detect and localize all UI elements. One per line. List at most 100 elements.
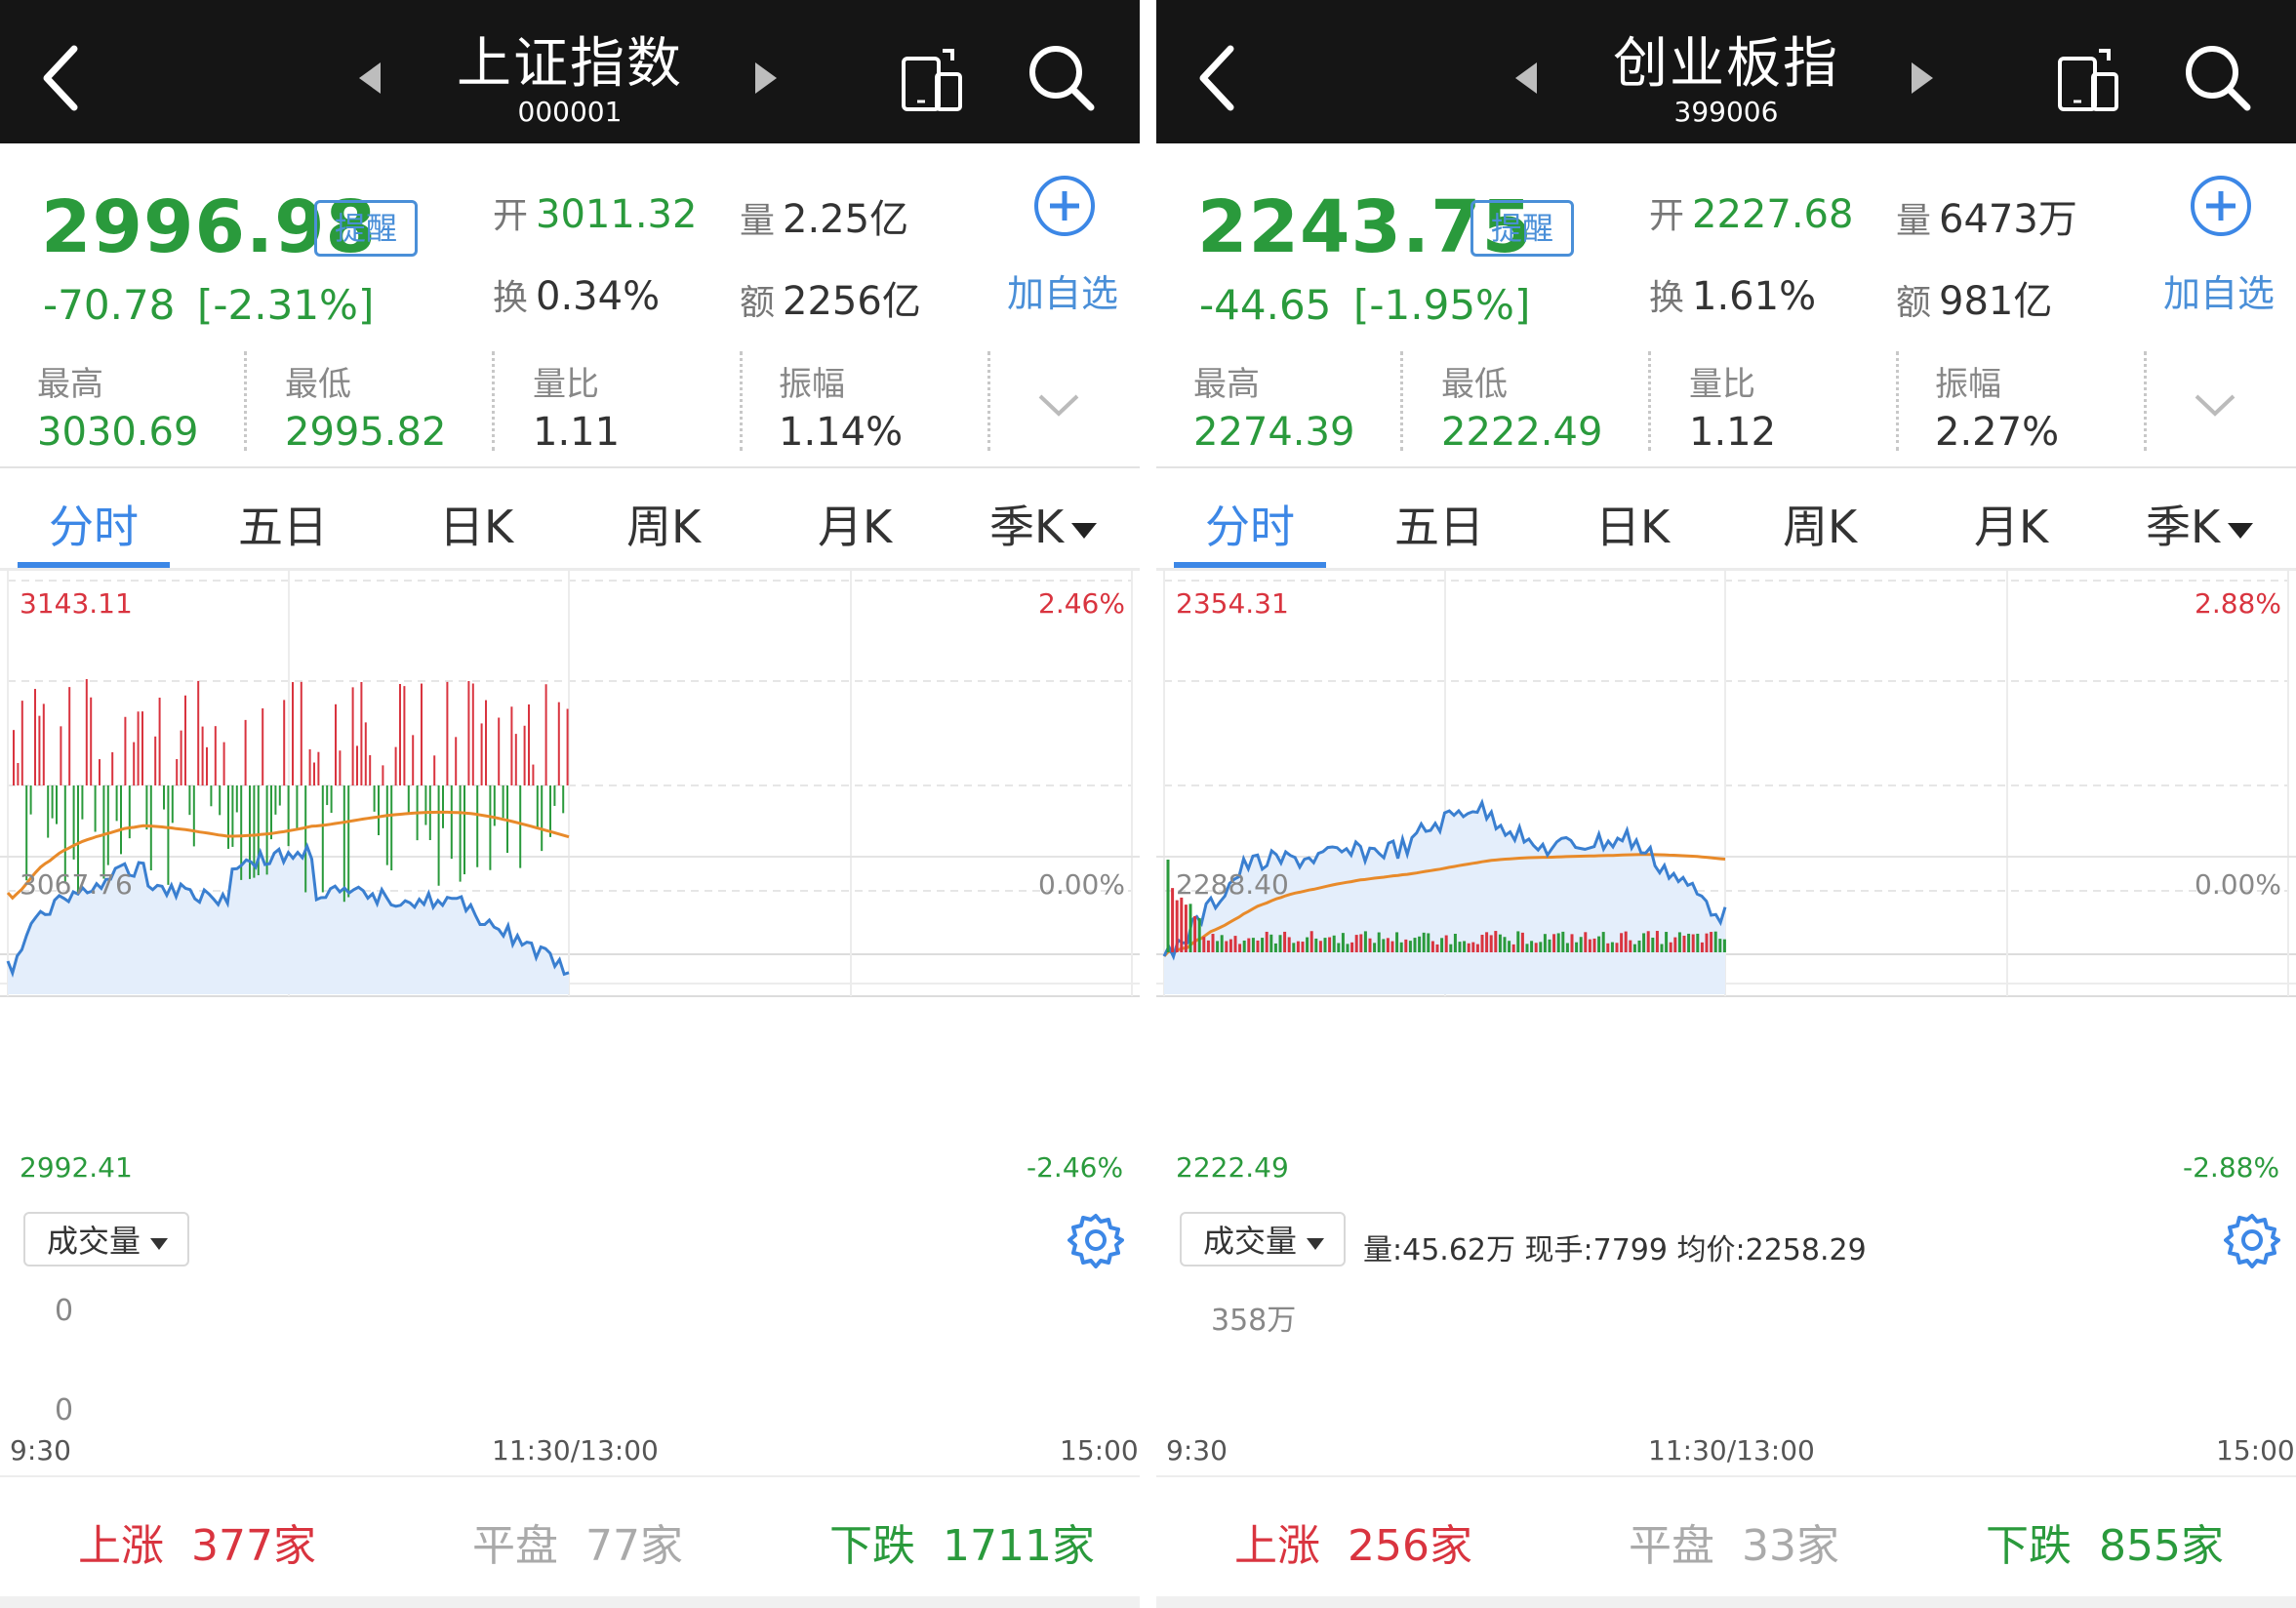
volume-axis-top: 0 — [55, 1294, 74, 1328]
dropdown-triangle-icon — [1071, 523, 1098, 539]
advancers-value: 377家 — [190, 1521, 316, 1571]
axis-pct-top: 2.88% — [2195, 587, 2281, 620]
add-watchlist-button[interactable]: 加自选 — [1007, 263, 1118, 317]
next-triangle-icon[interactable] — [751, 60, 781, 96]
axis-price-mid: 3067.76 — [20, 868, 133, 901]
tab-five-day[interactable]: 五日 — [1394, 492, 1484, 556]
advancers-label: 上涨 — [78, 1521, 164, 1571]
advancers-label: 上涨 — [1234, 1521, 1320, 1571]
advancers-value: 256家 — [1347, 1521, 1472, 1571]
open-value: 开 2227.68 — [1649, 187, 1853, 238]
next-triangle-icon[interactable] — [1908, 60, 1937, 96]
tab-monthly-k[interactable]: 月K — [1974, 492, 2048, 556]
axis-price-mid: 2288.40 — [1176, 868, 1289, 901]
amount-value: 额 981亿 — [1896, 269, 2052, 326]
rotate-phone-icon[interactable] — [898, 45, 966, 113]
tabs-top-border — [0, 466, 1140, 468]
amount-number: 2256亿 — [783, 279, 921, 324]
decliners-label: 下跌 — [829, 1521, 915, 1571]
turnover-value: 换 0.34% — [493, 269, 660, 320]
decliners-count: 下跌 855家 — [1986, 1510, 2224, 1573]
add-watchlist-button[interactable]: 加自选 — [2163, 263, 2275, 317]
decliners-label: 下跌 — [1986, 1521, 2072, 1571]
amount-value: 额 2256亿 — [740, 269, 921, 326]
turnover-number: 0.34% — [536, 274, 661, 319]
stat-divider — [2144, 351, 2147, 451]
index-code: 399006 — [1673, 96, 1779, 128]
volume-label: 量 — [1896, 201, 1932, 241]
footer-divider — [1156, 1475, 2296, 1477]
tab-monthly-k[interactable]: 月K — [818, 492, 892, 556]
intraday-chart[interactable] — [1156, 571, 2296, 1488]
stat-label: 振幅 — [779, 365, 845, 404]
add-circle-icon[interactable] — [1032, 174, 1097, 238]
dropdown-triangle-icon — [2228, 523, 2254, 539]
tab-intraday[interactable]: 分时 — [1205, 492, 1295, 556]
stat-divider — [1400, 351, 1403, 451]
decliners-count: 下跌 1711家 — [829, 1510, 1095, 1573]
axis-pct-mid: 0.00% — [2195, 868, 2281, 901]
gear-icon[interactable] — [2224, 1212, 2280, 1268]
volume-info: 量:45.62万 现手:7799 均价:2258.29 — [1363, 1233, 1867, 1267]
add-circle-icon[interactable] — [2189, 174, 2253, 238]
stat-value: 3030.69 — [37, 410, 199, 455]
stat-value: 2995.82 — [285, 410, 447, 455]
panel-divider — [1140, 0, 1156, 1608]
rotate-phone-icon[interactable] — [2054, 45, 2122, 113]
tab-quarterly-k[interactable]: 季K — [2146, 492, 2255, 556]
chevron-down-icon[interactable] — [1036, 390, 1081, 420]
stat-label: 最高 — [37, 365, 103, 404]
stat-value: 2274.39 — [1193, 410, 1355, 455]
axis-price-top: 2354.31 — [1176, 587, 1289, 620]
intraday-chart[interactable] — [0, 571, 1140, 1488]
tab-daily-k[interactable]: 日K — [1595, 492, 1670, 556]
tab-daily-k[interactable]: 日K — [439, 492, 513, 556]
tab-intraday[interactable]: 分时 — [49, 492, 139, 556]
search-icon[interactable] — [2181, 41, 2253, 113]
axis-pct-bottom: -2.46% — [1027, 1151, 1124, 1184]
tabs-top-border — [1156, 466, 2296, 468]
axis-pct-top: 2.46% — [1038, 587, 1125, 620]
decliners-value: 855家 — [2098, 1521, 2224, 1571]
stat-divider — [244, 351, 247, 451]
time-mid: 11:30/13:00 — [492, 1434, 659, 1467]
time-start: 9:30 — [1166, 1434, 1228, 1467]
stat-label: 最低 — [285, 365, 351, 404]
volume-indicator-select[interactable]: 成交量 — [1180, 1212, 1346, 1266]
open-value: 开 3011.32 — [493, 187, 697, 238]
amount-number: 981亿 — [1939, 279, 2053, 324]
screenshot-root: 上证指数 000001 2996.98 提醒 -70.78 [-2.31%] 开… — [0, 0, 2296, 1608]
volume-axis-bottom: 0 — [55, 1393, 74, 1427]
turnover-label: 换 — [493, 278, 529, 318]
axis-price-bottom: 2222.49 — [1176, 1151, 1289, 1184]
price-change: -70.78 — [43, 281, 176, 329]
tab-weekly-k[interactable]: 周K — [626, 492, 701, 556]
tab-five-day[interactable]: 五日 — [238, 492, 328, 556]
chevron-down-icon[interactable] — [2193, 390, 2237, 420]
price-change: -44.65 — [1199, 281, 1332, 329]
stat-value: 1.12 — [1689, 410, 1777, 455]
stat-label: 量比 — [533, 365, 599, 404]
stock-panel: 上证指数 000001 2996.98 提醒 -70.78 [-2.31%] 开… — [0, 0, 1140, 1608]
unchanged-value: 77家 — [584, 1521, 683, 1571]
remind-button[interactable]: 提醒 — [1470, 200, 1574, 257]
stat-label: 最高 — [1193, 365, 1260, 404]
stat-value: 2.27% — [1935, 410, 2060, 455]
open-number: 2227.68 — [1692, 192, 1854, 237]
volume-indicator-select[interactable]: 成交量 — [23, 1212, 189, 1266]
volume-axis-top: 358万 — [1211, 1304, 1297, 1338]
volume-indicator-label: 成交量 — [47, 1223, 141, 1260]
stat-value: 2222.49 — [1441, 410, 1603, 455]
time-start: 9:30 — [10, 1434, 71, 1467]
tab-quarterly-k[interactable]: 季K — [989, 492, 1099, 556]
volume-value: 量 2.25亿 — [740, 187, 908, 244]
remind-button[interactable]: 提醒 — [314, 200, 418, 257]
gear-icon[interactable] — [1067, 1212, 1124, 1268]
tab-weekly-k[interactable]: 周K — [1783, 492, 1857, 556]
unchanged-value: 33家 — [1741, 1521, 1839, 1571]
time-mid: 11:30/13:00 — [1648, 1434, 1815, 1467]
turnover-value: 换 1.61% — [1649, 269, 1816, 320]
unchanged-label: 平盘 — [1629, 1521, 1714, 1571]
footer-divider — [0, 1475, 1140, 1477]
search-icon[interactable] — [1025, 41, 1097, 113]
